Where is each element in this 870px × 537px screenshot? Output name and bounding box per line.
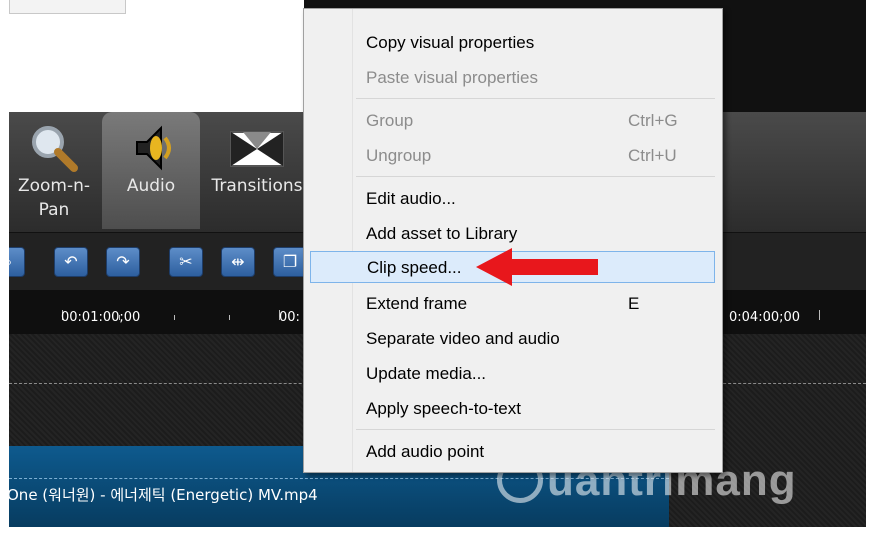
menu-separator [356, 176, 715, 177]
ruler-label: 00: [279, 310, 300, 325]
menu-item-add-asset-to-library[interactable]: Add asset to Library [310, 218, 715, 250]
transitions-icon [230, 131, 284, 167]
menu-separator [356, 98, 715, 99]
clip-label: One (워너원) - 에너제틱 (Energetic) MV.mp4 [9, 486, 318, 504]
menu-item-label: Clip speed... [367, 258, 462, 277]
tool-transitions[interactable]: Transitions [203, 112, 311, 229]
split-icon[interactable]: ⇹ [221, 247, 255, 277]
menu-item-label: Copy visual properties [366, 33, 535, 52]
menu-item-shortcut: Ctrl+U [628, 146, 677, 165]
menu-item-label: Ungroup [366, 146, 432, 165]
menu-item-shortcut: E [628, 294, 640, 313]
menu-item-copy-visual-properties[interactable]: Copy visual properties [310, 27, 715, 59]
magnifier-icon [32, 126, 78, 172]
copy-icon[interactable]: ❐ [273, 247, 307, 277]
menu-item-label: Edit audio... [366, 189, 456, 208]
zoom-icon[interactable]: ⌕ [9, 247, 25, 277]
context-menu: Copy visual properties Paste visual prop… [303, 8, 723, 473]
ruler-tick [819, 310, 820, 320]
menu-item-apply-speech-to-text[interactable]: Apply speech-to-text [310, 393, 715, 425]
menu-item-ungroup[interactable]: Ungroup Ctrl+U [310, 140, 715, 172]
ruler-tick [229, 315, 230, 320]
tool-audio[interactable]: Audio [102, 112, 200, 229]
ruler-label: 0:04:00;00 [729, 310, 801, 325]
menu-item-add-audio-point[interactable]: Add audio point [310, 436, 715, 468]
undo-icon[interactable]: ↶ [54, 247, 88, 277]
canvas-preview [9, 0, 304, 112]
menu-item-label: Add audio point [366, 442, 485, 461]
preview-tab[interactable] [9, 0, 126, 14]
speaker-icon [136, 125, 171, 171]
tool-label: Zoom-n- Pan [17, 176, 91, 220]
cut-icon[interactable]: ✂ [169, 247, 203, 277]
menu-item-separate-video-and-audio[interactable]: Separate video and audio [310, 323, 715, 355]
ruler-label: 00:01:00;00 [61, 310, 141, 325]
menu-item-edit-audio[interactable]: Edit audio... [310, 183, 715, 215]
menu-item-extend-frame[interactable]: Extend frame E [310, 288, 715, 320]
menu-item-label: Paste visual properties [366, 68, 538, 87]
menu-separator [356, 429, 715, 430]
tool-zoom-n-pan[interactable]: Zoom-n- Pan [9, 112, 99, 229]
menu-item-group[interactable]: Group Ctrl+G [310, 105, 715, 137]
menu-item-label: Apply speech-to-text [366, 399, 521, 418]
menu-item-label: Extend frame [366, 294, 468, 313]
menu-item-label: Add asset to Library [366, 224, 518, 243]
menu-item-shortcut: Ctrl+G [628, 111, 678, 130]
menu-item-update-media[interactable]: Update media... [310, 358, 715, 390]
redo-icon[interactable]: ↷ [106, 247, 140, 277]
tool-label: Audio [126, 176, 176, 196]
menu-item-label: Separate video and audio [366, 329, 560, 348]
menu-item-label: Group [366, 111, 414, 130]
ruler-tick [174, 315, 175, 320]
menu-item-label: Update media... [366, 364, 487, 383]
red-arrow-icon [476, 248, 598, 286]
menu-item-paste-visual-properties[interactable]: Paste visual properties [310, 62, 715, 94]
tool-label: Transitions [211, 176, 303, 196]
